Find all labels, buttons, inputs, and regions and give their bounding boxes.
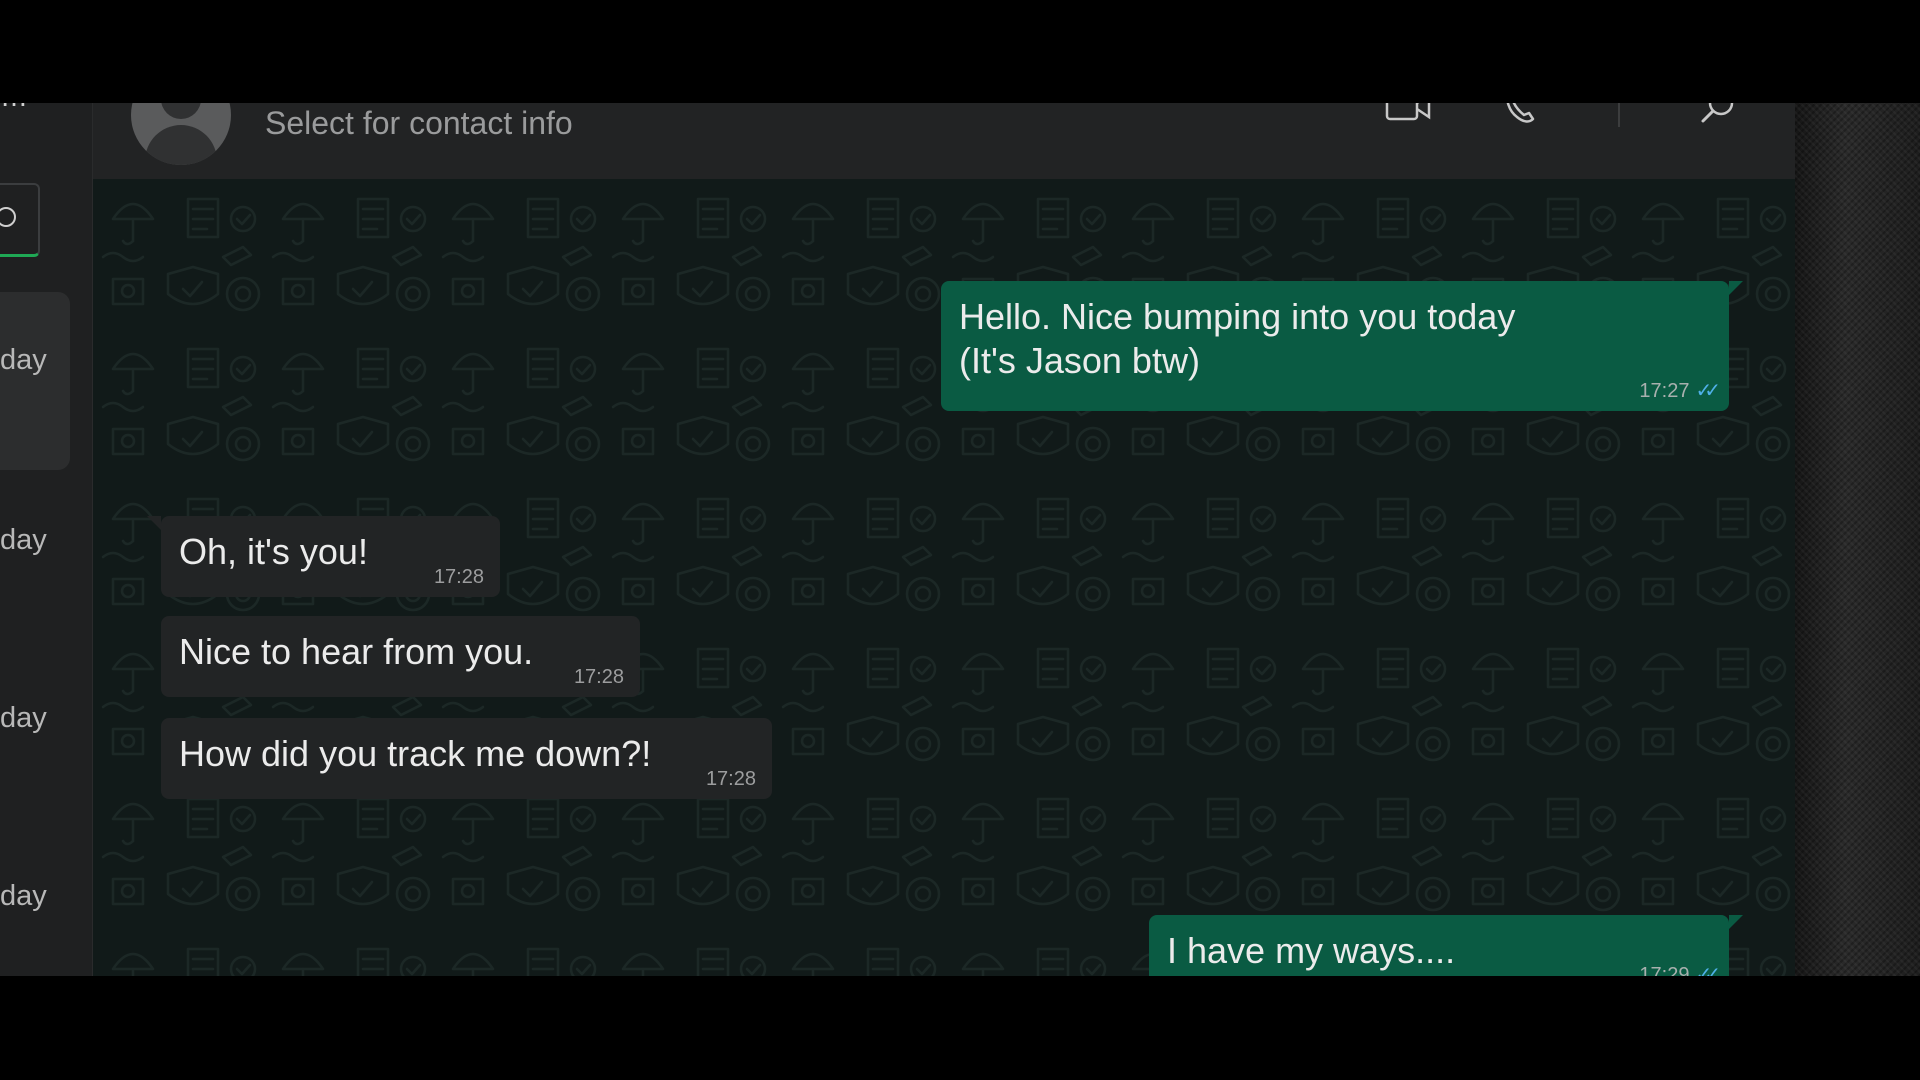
- avatar-body-shape: [145, 125, 217, 165]
- voice-call-icon[interactable]: [1503, 103, 1537, 125]
- contact-avatar[interactable]: [131, 103, 231, 165]
- message-text: Hello. Nice bumping into you today (It's…: [959, 296, 1516, 381]
- message-text: How did you track me down?!: [179, 733, 652, 774]
- search-icon: [0, 207, 16, 227]
- message-text: Nice to hear from you.: [179, 631, 534, 672]
- message-time: 17:28: [705, 768, 756, 790]
- search-chats-input[interactable]: [0, 183, 40, 257]
- chat-list-sidebar: … day day day day: [0, 103, 93, 976]
- read-receipt-icon: ✓✓: [1695, 964, 1720, 976]
- chat-item-time: day: [0, 702, 47, 734]
- message-incoming[interactable]: Nice to hear from you. 17:28: [161, 616, 640, 697]
- bubble-tail: [1729, 915, 1743, 929]
- avatar-head-shape: [161, 103, 201, 119]
- conversation-header[interactable]: Select for contact info: [93, 103, 1795, 179]
- message-time: 17:29: [1639, 964, 1690, 976]
- message-incoming[interactable]: Oh, it's you! 17:28: [147, 516, 500, 597]
- message-outgoing[interactable]: I have my ways.... 17:29 ✓✓: [1149, 915, 1743, 976]
- app-window: … day day day day Select for contac: [0, 103, 1920, 976]
- message-time: 17:28: [573, 666, 624, 688]
- video-call-icon[interactable]: [1385, 103, 1431, 125]
- header-divider: [1618, 103, 1620, 127]
- read-receipt-icon: ✓✓: [1695, 380, 1720, 402]
- letterbox-frame: … day day day day Select for contac: [0, 0, 1920, 1080]
- message-time: 17:27: [1639, 380, 1690, 402]
- chat-list-item[interactable]: day: [0, 832, 70, 976]
- message-text: I have my ways....: [1167, 930, 1456, 971]
- message-outgoing[interactable]: Hello. Nice bumping into you today (It's…: [941, 281, 1743, 411]
- chat-list-item[interactable]: day: [0, 472, 70, 650]
- message-time: 17:28: [433, 566, 484, 588]
- monitor-bezel: [1795, 103, 1920, 976]
- contact-info-subtitle[interactable]: Select for contact info: [265, 105, 573, 142]
- message-meta: 17:29 ✓✓: [1639, 962, 1720, 976]
- chat-item-time: day: [0, 344, 47, 376]
- menu-icon[interactable]: …: [0, 103, 30, 113]
- chat-list-item[interactable]: day: [0, 292, 70, 470]
- message-incoming[interactable]: How did you track me down?! 17:28: [161, 718, 772, 799]
- chat-list-item[interactable]: day: [0, 652, 70, 830]
- bubble-tail: [147, 516, 161, 530]
- search-icon[interactable]: [1699, 103, 1737, 127]
- message-meta: 17:27 ✓✓: [1639, 378, 1720, 403]
- message-text: Oh, it's you!: [179, 531, 368, 572]
- chat-item-time: day: [0, 880, 47, 912]
- bubble-tail: [1729, 281, 1743, 295]
- chat-item-time: day: [0, 524, 47, 556]
- conversation-panel[interactable]: Hello. Nice bumping into you today (It's…: [93, 179, 1795, 976]
